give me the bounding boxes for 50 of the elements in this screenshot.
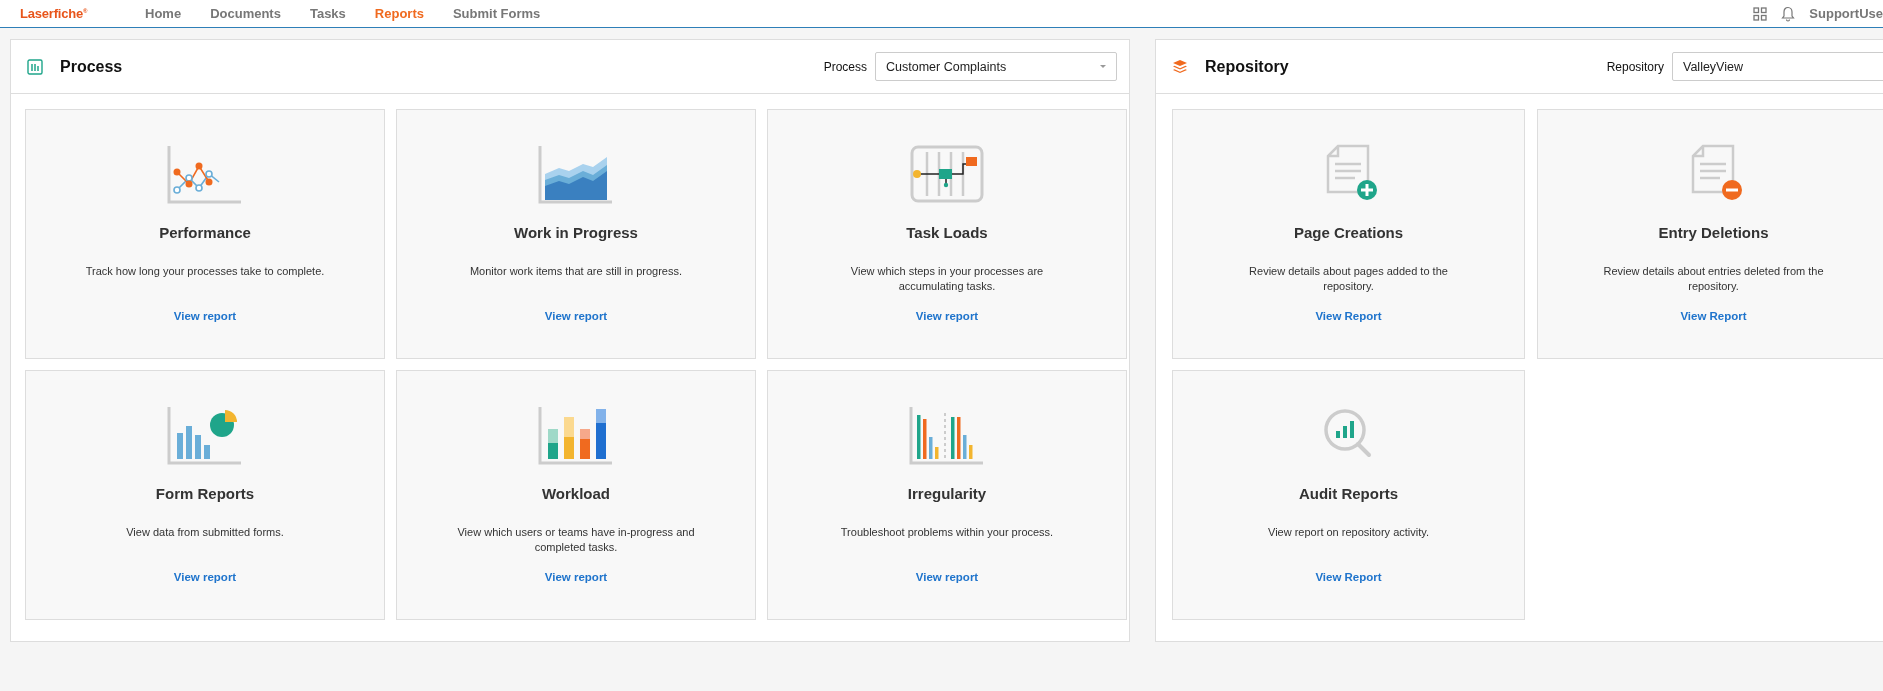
- select-label: Process: [823, 59, 867, 74]
- card-description: Monitor work items that are still in progress.: [468, 264, 684, 279]
- view-report-link[interactable]: View Report: [1315, 310, 1382, 322]
- apps-grid-icon[interactable]: [1753, 6, 1768, 21]
- view-report-link[interactable]: View report: [173, 571, 237, 583]
- view-report-link[interactable]: View report: [544, 310, 608, 322]
- view-report-link[interactable]: View report: [915, 310, 979, 322]
- select-dropdown[interactable]: Customer Complaints: [875, 52, 1117, 81]
- user-name[interactable]: SupportUse: [1809, 6, 1883, 21]
- card-title: Audit Reports: [1298, 485, 1399, 502]
- panel-title: Process: [60, 57, 123, 76]
- card-description: Review details about pages added to the repository.: [1248, 264, 1449, 294]
- logo[interactable]: Laserfiche$^{®}$: [20, 6, 145, 21]
- card-title: Work in Progress: [514, 224, 638, 241]
- nav-tab[interactable]: Submit Forms: [452, 6, 541, 21]
- nav-tab[interactable]: Home: [145, 6, 182, 21]
- view-report-link[interactable]: View report: [173, 310, 237, 322]
- card-title: Entry Deletions: [1658, 224, 1769, 241]
- bell-icon[interactable]: [1781, 5, 1796, 22]
- nav-tab[interactable]: Tasks: [309, 6, 346, 21]
- workflow-board-icon: [909, 144, 985, 206]
- card-description: Track how long your processes take to complete.: [84, 264, 326, 279]
- panel-title: Repository: [1205, 57, 1289, 76]
- bar-chart-icon: [27, 58, 43, 75]
- layers-icon: [1172, 58, 1188, 75]
- nav-tab[interactable]: Documents: [210, 6, 281, 21]
- card-description: Troubleshoot problems within your process.: [839, 525, 1055, 540]
- card-description: View which steps in your processes are accumulating tasks.: [849, 264, 1045, 294]
- view-report-link[interactable]: View report: [544, 571, 608, 583]
- card-description: View data from submitted forms.: [125, 525, 285, 540]
- stacked-bar-chart-icon: [538, 405, 614, 467]
- nav-tab[interactable]: Reports: [374, 6, 424, 21]
- area-chart-icon: [538, 144, 614, 206]
- bar-and-pie-chart-icon: [167, 405, 243, 467]
- card-title: Page Creations: [1293, 224, 1404, 241]
- view-report-link[interactable]: View Report: [1680, 310, 1747, 322]
- card-title: Irregularity: [907, 485, 987, 502]
- view-report-link[interactable]: View report: [915, 571, 979, 583]
- card-description: View which users or teams have in-progress and completed tasks.: [456, 525, 696, 555]
- line-chart-icon: [167, 144, 243, 206]
- card-title: Workload: [541, 485, 611, 502]
- card-title: Task Loads: [906, 224, 988, 241]
- card-title: Form Reports: [155, 485, 255, 502]
- card-description: View report on repository activity.: [1267, 525, 1430, 540]
- select-dropdown[interactable]: ValleyView: [1672, 52, 1883, 81]
- card-description: Review details about entries deleted from the repository.: [1602, 264, 1825, 294]
- select-label: Repository: [1606, 59, 1664, 74]
- view-report-link[interactable]: View Report: [1315, 571, 1382, 583]
- card-title: Performance: [159, 224, 251, 241]
- grouped-bar-chart-icon: [909, 405, 985, 467]
